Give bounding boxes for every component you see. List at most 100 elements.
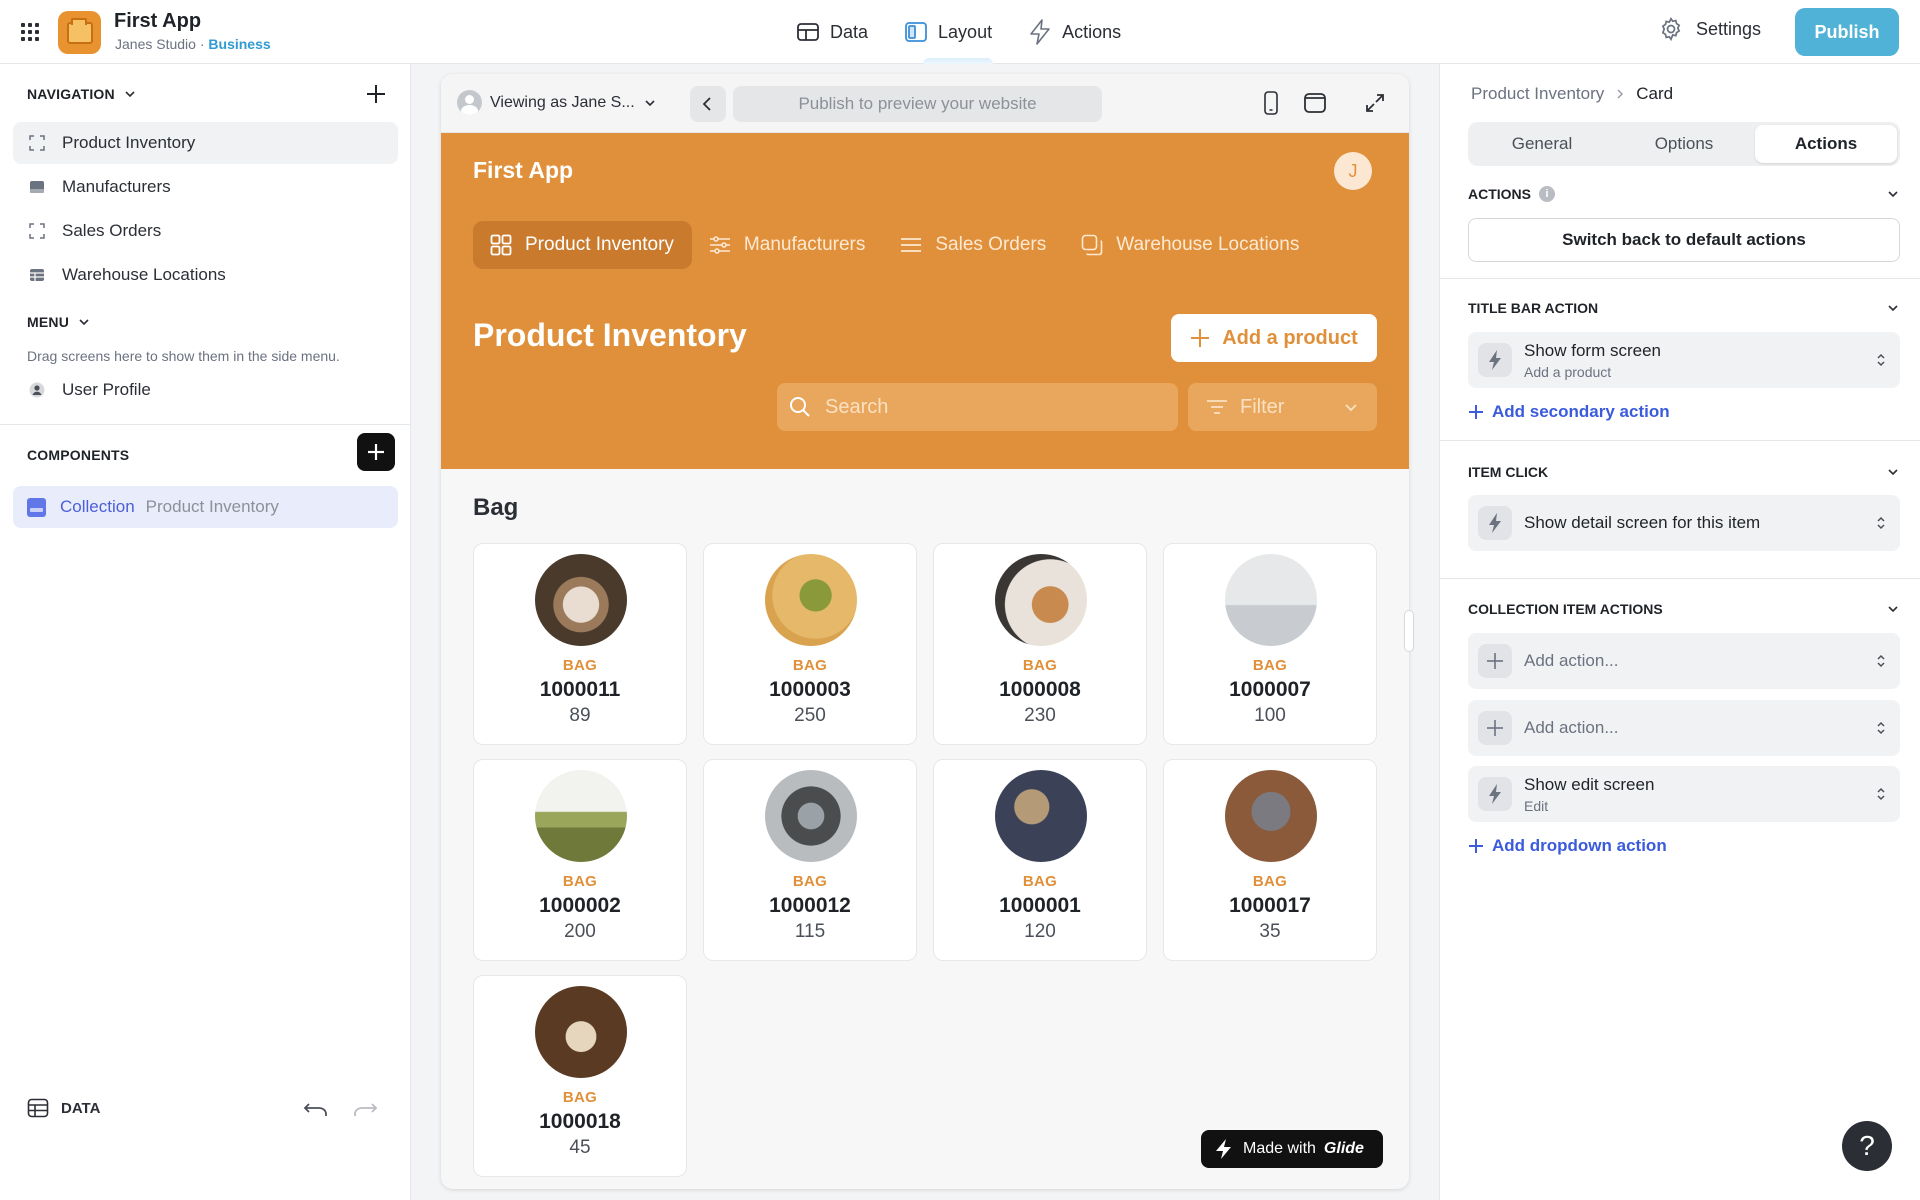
add-product-button[interactable]: Add a product xyxy=(1171,314,1377,362)
product-id: 1000018 xyxy=(539,1110,621,1133)
tab-actions[interactable]: Actions xyxy=(1010,0,1139,64)
item-click-action-select[interactable]: Show detail screen for this item xyxy=(1468,495,1900,551)
product-category: BAG xyxy=(562,873,598,890)
title-bar-section-header[interactable]: TITLE BAR ACTION xyxy=(1468,300,1900,316)
actions-section-header[interactable]: ACTIONS i xyxy=(1468,186,1900,202)
collection-action-select[interactable]: Add action... xyxy=(1468,700,1900,756)
breadcrumb-parent[interactable]: Product Inventory xyxy=(1471,84,1604,104)
product-card[interactable]: BAG 1000018 45 xyxy=(473,975,687,1177)
search-placeholder: Search xyxy=(825,395,889,418)
product-qty: 45 xyxy=(569,1137,591,1158)
product-card[interactable]: BAG 1000001 120 xyxy=(933,759,1147,961)
add-component-button[interactable] xyxy=(357,433,395,471)
nav-item-manufacturers[interactable]: Manufacturers xyxy=(13,166,398,208)
app-tab-manufacturers[interactable]: Manufacturers xyxy=(692,221,883,269)
tablet-preview-button[interactable] xyxy=(1304,93,1326,113)
app-preview: Viewing as Jane S... Publish to preview … xyxy=(441,74,1409,1189)
product-category: BAG xyxy=(1022,873,1058,890)
tab-data[interactable]: Data xyxy=(778,0,886,64)
app-grid-icon[interactable] xyxy=(18,20,42,44)
add-screen-button[interactable] xyxy=(358,76,394,112)
menu-item-user-profile[interactable]: User Profile xyxy=(13,369,398,411)
tab-layout[interactable]: Layout xyxy=(886,0,1010,64)
product-card[interactable]: BAG 1000003 250 xyxy=(703,543,917,745)
made-with-glide-badge[interactable]: Made with Glide xyxy=(1201,1130,1383,1168)
publish-button[interactable]: Publish xyxy=(1795,8,1899,56)
app-logo[interactable] xyxy=(58,11,101,54)
breadcrumb: Product Inventory Card xyxy=(1471,84,1673,104)
settings-button[interactable]: Settings xyxy=(1658,16,1761,42)
plus-icon xyxy=(1478,644,1512,678)
action-title: Show detail screen for this item xyxy=(1524,513,1761,532)
collection-action-select[interactable]: Add action... xyxy=(1468,633,1900,689)
app-tab-label: Warehouse Locations xyxy=(1116,234,1300,255)
properties-tabs: General Options Actions xyxy=(1468,122,1900,166)
page-title: Product Inventory xyxy=(473,317,747,353)
product-card[interactable]: BAG 1000012 115 xyxy=(703,759,917,961)
app-tab-sales-orders[interactable]: Sales Orders xyxy=(883,221,1064,269)
help-button[interactable]: ? xyxy=(1842,1121,1892,1171)
filter-dropdown[interactable]: Filter xyxy=(1188,383,1377,431)
product-category: BAG xyxy=(562,1089,598,1106)
info-icon[interactable]: i xyxy=(1539,186,1555,202)
product-card[interactable]: BAG 1000017 35 xyxy=(1163,759,1377,961)
glide-logo-icon xyxy=(1213,1138,1235,1160)
redo-button[interactable] xyxy=(352,1100,378,1118)
nav-item-warehouse-locations[interactable]: Warehouse Locations xyxy=(13,254,398,296)
nav-item-product-inventory[interactable]: Product Inventory xyxy=(13,122,398,164)
product-card[interactable]: BAG 1000002 200 xyxy=(473,759,687,961)
app-tab-warehouse-locations[interactable]: Warehouse Locations xyxy=(1064,221,1317,269)
component-source: Product Inventory xyxy=(145,497,279,516)
collection-actions-section-header[interactable]: COLLECTION ITEM ACTIONS xyxy=(1468,601,1900,617)
item-click-section-header[interactable]: ITEM CLICK xyxy=(1468,464,1900,480)
add-dropdown-action-link[interactable]: Add dropdown action xyxy=(1468,836,1667,856)
preview-resize-handle[interactable] xyxy=(1404,610,1414,652)
chevron-down-icon xyxy=(123,87,137,101)
back-button[interactable] xyxy=(690,86,726,122)
plan-badge: Business xyxy=(208,36,271,52)
bolt-icon xyxy=(1478,506,1512,540)
nav-item-label: Product Inventory xyxy=(62,133,196,152)
undo-icon xyxy=(303,1100,329,1118)
product-card[interactable]: BAG 1000007 100 xyxy=(1163,543,1377,745)
tab-general[interactable]: General xyxy=(1471,125,1613,163)
updown-icon xyxy=(1876,720,1886,736)
user-icon xyxy=(28,381,46,399)
collection-action-select[interactable]: Show edit screen Edit xyxy=(1468,766,1900,822)
navigation-header[interactable]: NAVIGATION xyxy=(27,86,137,102)
tab-layout-label: Layout xyxy=(938,21,993,42)
product-card[interactable]: BAG 1000011 89 xyxy=(473,543,687,745)
fullscreen-button[interactable] xyxy=(1365,93,1385,113)
group-title: Bag xyxy=(473,494,519,521)
product-qty: 89 xyxy=(569,705,591,726)
tab-actions[interactable]: Actions xyxy=(1755,125,1897,163)
app-tab-label: Sales Orders xyxy=(935,234,1047,255)
viewing-as-selector[interactable]: Viewing as Jane S... xyxy=(457,90,657,115)
components-label: COMPONENTS xyxy=(27,447,130,463)
add-secondary-action-link[interactable]: Add secondary action xyxy=(1468,402,1670,422)
data-panel-toggle[interactable]: DATA xyxy=(27,1097,100,1119)
undo-button[interactable] xyxy=(303,1100,329,1118)
menu-header[interactable]: MENU xyxy=(27,314,91,330)
product-card[interactable]: BAG 1000008 230 xyxy=(933,543,1147,745)
product-category: BAG xyxy=(1252,657,1288,674)
settings-label: Settings xyxy=(1696,18,1762,39)
menu-item-label: User Profile xyxy=(62,380,151,399)
studio-name: Janes Studio xyxy=(115,36,196,52)
phone-preview-button[interactable] xyxy=(1263,91,1279,115)
app-name[interactable]: First App xyxy=(114,10,201,33)
item-click-label: ITEM CLICK xyxy=(1468,464,1549,480)
component-collection[interactable]: Collection Product Inventory xyxy=(13,486,398,528)
table-icon xyxy=(27,1097,49,1119)
tab-options[interactable]: Options xyxy=(1613,125,1755,163)
add-product-label: Add a product xyxy=(1222,326,1358,349)
search-input[interactable]: Search xyxy=(777,383,1178,431)
app-tab-product-inventory[interactable]: Product Inventory xyxy=(473,221,692,269)
user-avatar[interactable]: J xyxy=(1334,152,1372,190)
product-image xyxy=(1225,770,1317,862)
nav-item-sales-orders[interactable]: Sales Orders xyxy=(13,210,398,252)
title-bar-action-select[interactable]: Show form screen Add a product xyxy=(1468,332,1900,388)
filter-icon xyxy=(1206,398,1228,416)
switch-default-actions-button[interactable]: Switch back to default actions xyxy=(1468,218,1900,262)
product-image xyxy=(535,986,627,1078)
